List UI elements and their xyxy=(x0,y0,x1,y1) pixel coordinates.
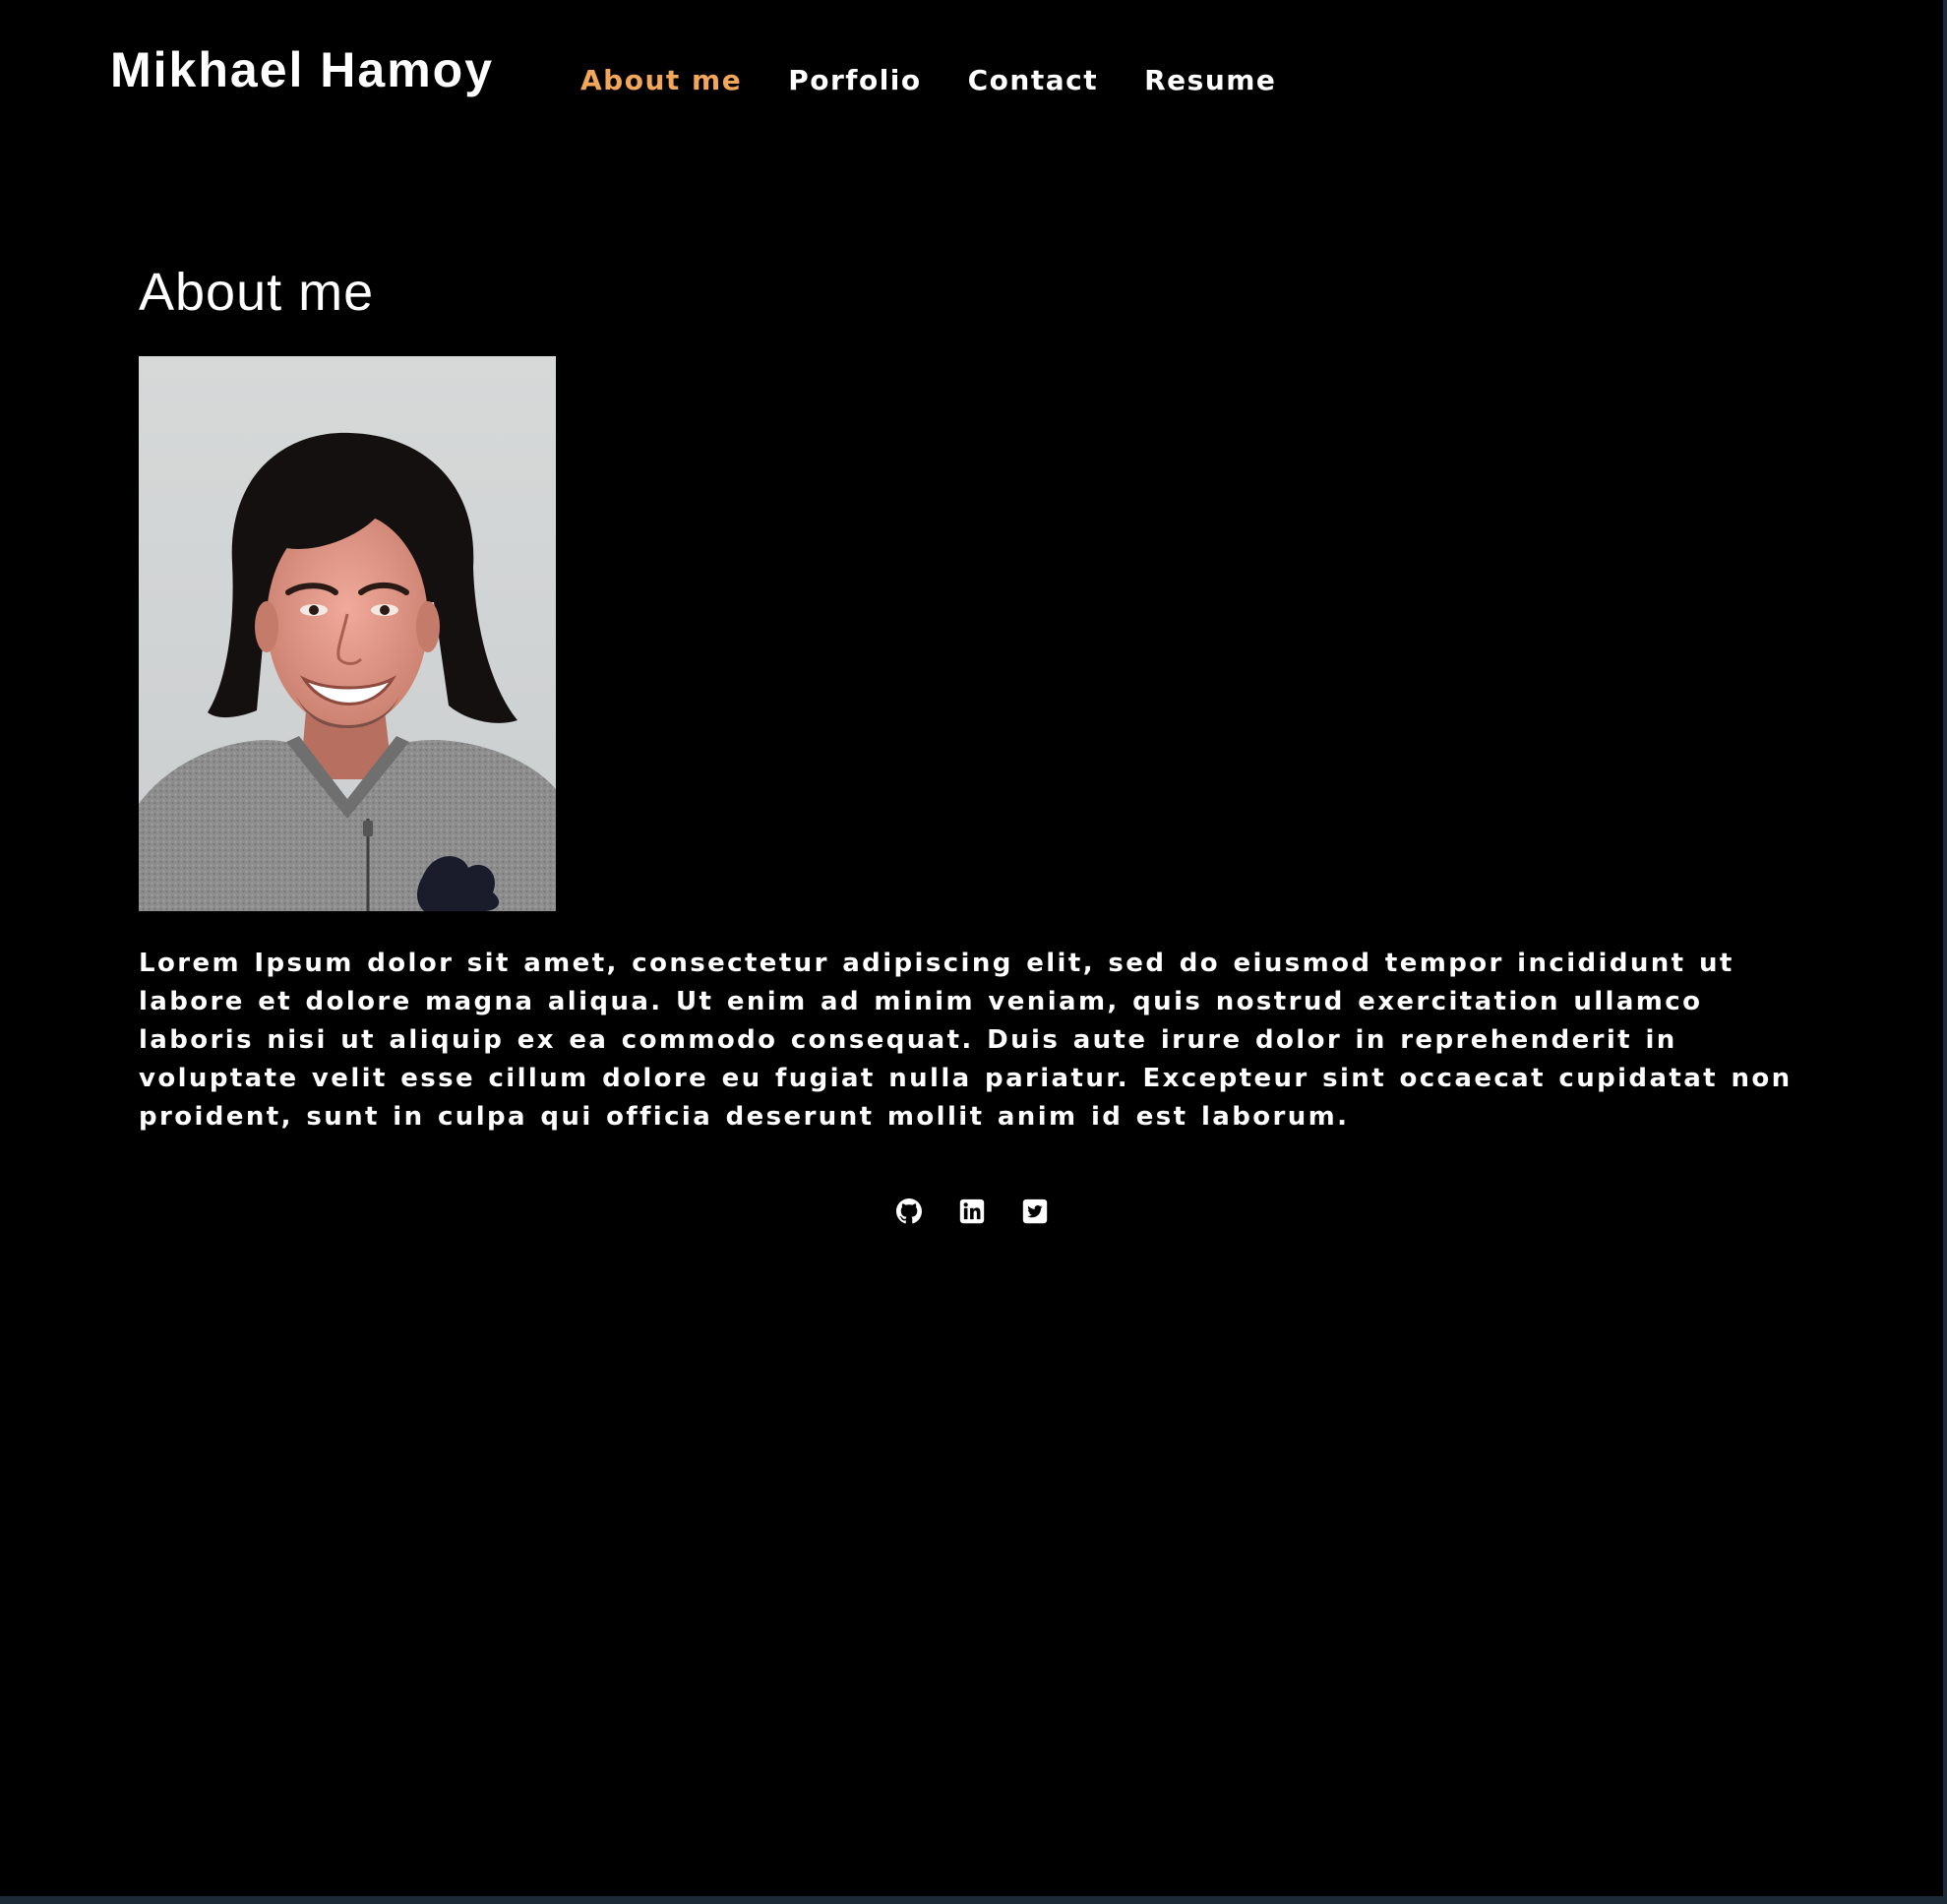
main-nav: About me Porfolio Contact Resume xyxy=(580,61,1322,100)
twitter-icon xyxy=(1022,1198,1047,1224)
about-title: About me xyxy=(139,263,375,322)
nav-link-resume[interactable]: Resume xyxy=(1144,61,1276,100)
about-bio: Lorem Ipsum dolor sit amet, consectetur … xyxy=(139,949,1793,1132)
github-link[interactable] xyxy=(895,1198,922,1224)
social-links xyxy=(0,1198,1943,1224)
nav-link-portfolio[interactable]: Porfolio xyxy=(788,61,921,100)
linkedin-link[interactable] xyxy=(959,1198,985,1224)
twitter-link[interactable] xyxy=(1022,1198,1048,1224)
nav-link-contact[interactable]: Contact xyxy=(968,61,1098,100)
github-icon xyxy=(895,1198,922,1224)
nav-link-about-me[interactable]: About me xyxy=(580,61,742,100)
portrait-photo xyxy=(139,356,556,911)
linkedin-icon xyxy=(959,1198,984,1224)
site-header: Mikhael Hamoy About me Porfolio Contact … xyxy=(110,39,1322,100)
site-brand[interactable]: Mikhael Hamoy xyxy=(110,40,494,99)
page: Mikhael Hamoy About me Porfolio Contact … xyxy=(0,0,1943,1896)
